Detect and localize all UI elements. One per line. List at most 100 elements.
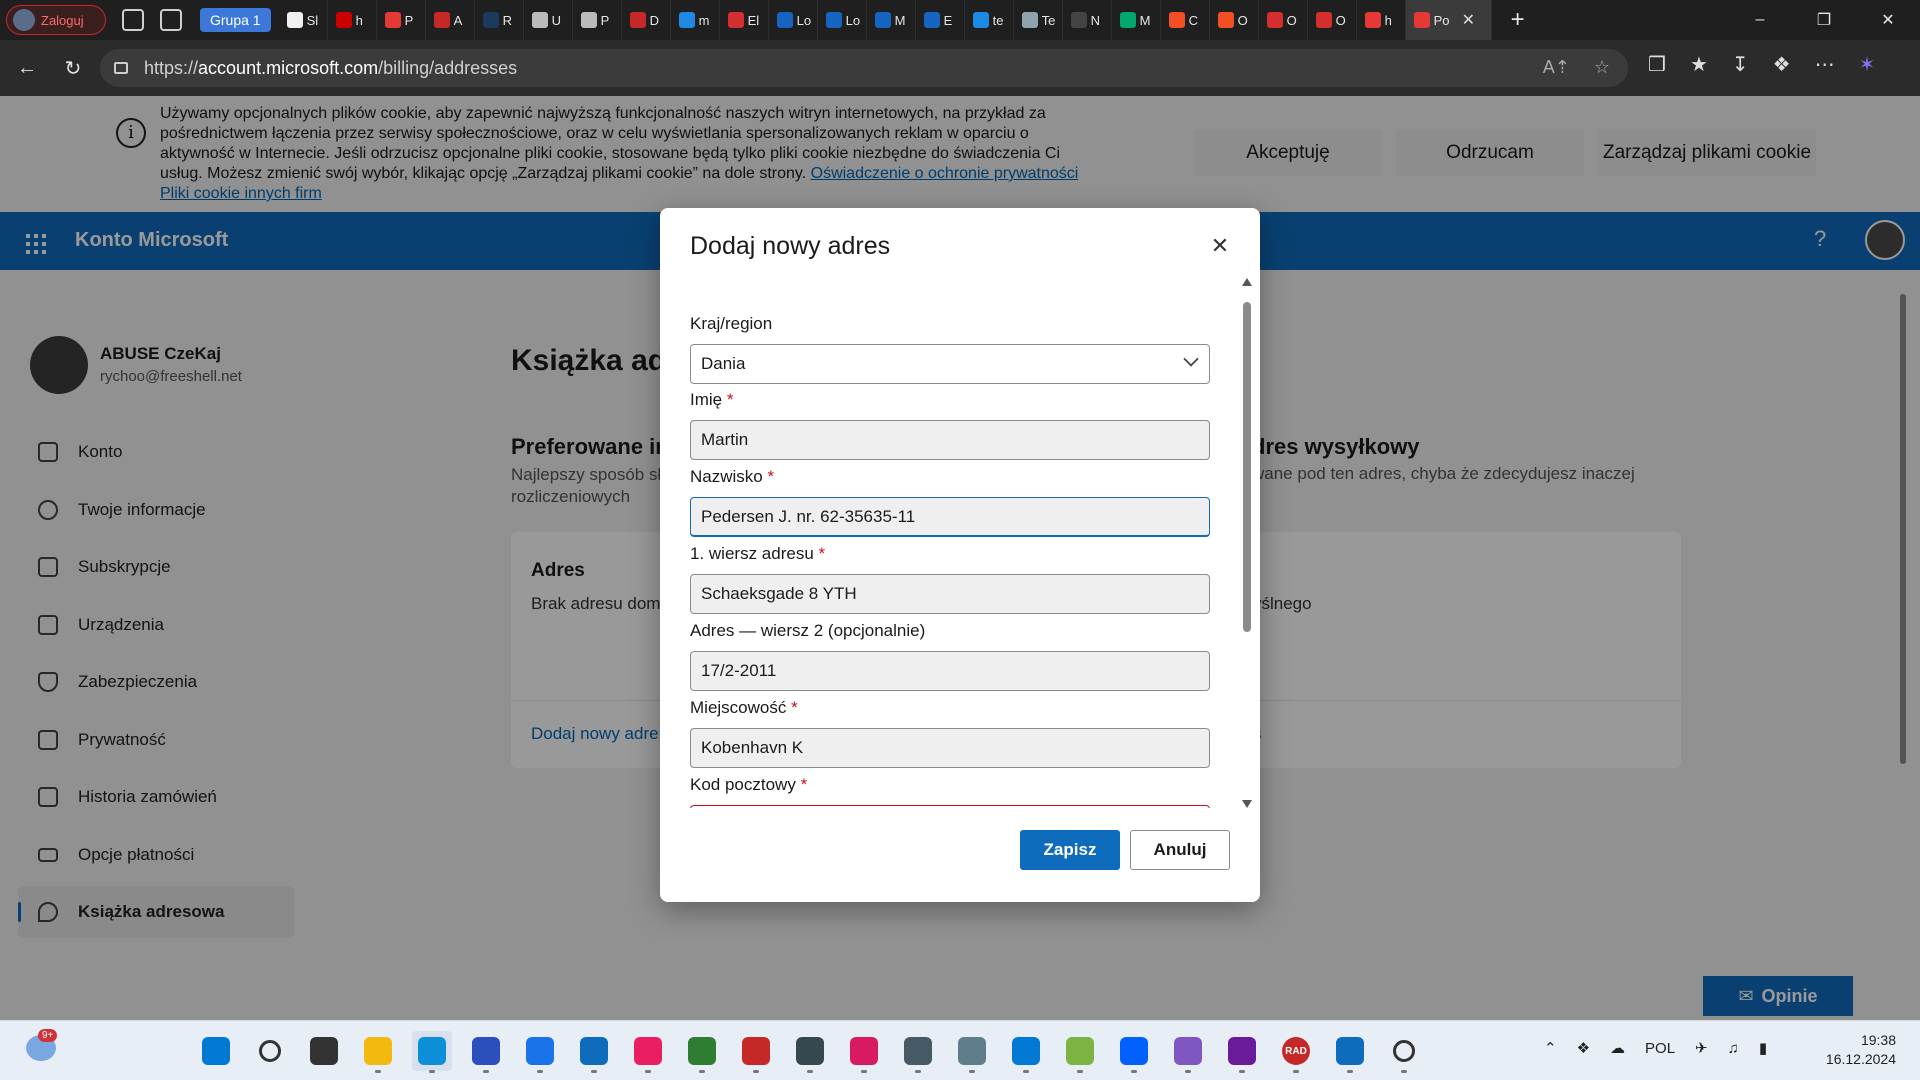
tab-favicon-icon	[482, 12, 499, 28]
new-tab-icon[interactable]: +	[1498, 6, 1538, 34]
cloud-icon[interactable]: ☁	[1610, 1039, 1625, 1057]
volume-icon[interactable]: ♫	[1728, 1040, 1739, 1057]
restore-icon[interactable]: ❐	[1792, 0, 1856, 40]
taskbar-pinwheel[interactable]	[628, 1031, 668, 1073]
taskbar-box-app[interactable]	[790, 1031, 830, 1073]
browser-tab[interactable]: El	[720, 0, 769, 40]
back-icon[interactable]: ←	[4, 57, 50, 80]
extensions-icon[interactable]: ❒	[1648, 52, 1666, 77]
dialog-scrollbar[interactable]	[1240, 278, 1254, 808]
favorites-icon[interactable]: ★	[1690, 52, 1708, 77]
browser-tab[interactable]: Sl	[279, 0, 328, 40]
first-name-field[interactable]: Martin	[690, 420, 1210, 460]
last-name-field[interactable]: Pedersen J. nr. 62-35635-11	[690, 497, 1210, 537]
browser-tab[interactable]: O	[1259, 0, 1308, 40]
browser-tab[interactable]: M	[867, 0, 916, 40]
tab-favicon-icon	[1315, 12, 1332, 28]
taskbar-network-app[interactable]	[898, 1031, 938, 1073]
scroll-up-icon[interactable]	[1242, 278, 1252, 286]
browser-tab[interactable]: N	[1063, 0, 1112, 40]
box-app-icon	[796, 1037, 824, 1065]
browser-tab[interactable]: D	[622, 0, 671, 40]
browser-tab[interactable]: te	[965, 0, 1014, 40]
taskbar-github[interactable]	[1222, 1031, 1262, 1073]
tray-chevron-icon[interactable]: ⌃	[1544, 1039, 1557, 1057]
taskbar-task-view[interactable]	[304, 1031, 344, 1071]
profile-button[interactable]: Zaloguj	[6, 5, 106, 35]
network-icon[interactable]: ✈	[1695, 1039, 1708, 1057]
browser-tab[interactable]: A	[426, 0, 475, 40]
browser-tab[interactable]: P	[573, 0, 622, 40]
browser-tab[interactable]: E	[916, 0, 965, 40]
tab-close-icon[interactable]: ✕	[1462, 10, 1475, 30]
close-window-icon[interactable]: ✕	[1856, 0, 1920, 40]
taskbar-edge[interactable]	[412, 1031, 452, 1073]
refresh-icon[interactable]: ↻	[50, 56, 96, 81]
collections-icon[interactable]: ❖	[1773, 52, 1791, 77]
taskbar-defender[interactable]	[1330, 1031, 1370, 1073]
close-icon[interactable]: ✕	[1208, 234, 1232, 258]
tab-group-chip[interactable]: Grupa 1	[200, 8, 271, 32]
taskbar-store[interactable]	[520, 1031, 560, 1073]
favorite-star-icon[interactable]: ☆	[1594, 57, 1610, 78]
taskbar-paint-app[interactable]	[844, 1031, 884, 1073]
clock[interactable]: 19:38 16.12.2024	[1820, 1031, 1896, 1069]
tab-favicon-icon	[433, 12, 450, 28]
taskbar-globe[interactable]	[682, 1031, 722, 1073]
taskbar-tor[interactable]	[1168, 1031, 1208, 1073]
taskbar-red-app[interactable]	[736, 1031, 776, 1073]
browser-tab[interactable]: O	[1308, 0, 1357, 40]
copilot-icon[interactable]: ✶	[1859, 52, 1876, 77]
city-label: Miejscowość *	[690, 698, 798, 717]
taskbar-more[interactable]	[1384, 1031, 1424, 1073]
scroll-down-icon[interactable]	[1242, 800, 1252, 808]
vertical-tabs-icon[interactable]	[160, 9, 182, 31]
browser-tab[interactable]: Lo	[769, 0, 818, 40]
dialog-title: Dodaj nowy adres	[690, 232, 891, 260]
city-field[interactable]: Kobenhavn K	[690, 728, 1210, 768]
tab-favicon-icon	[1266, 12, 1283, 28]
taskbar-save-app[interactable]	[466, 1031, 506, 1073]
browser-tab[interactable]: Te	[1014, 0, 1063, 40]
battery-icon[interactable]: ▮	[1759, 1039, 1767, 1057]
downloads-icon[interactable]: ↧	[1732, 52, 1749, 77]
browser-tab[interactable]: h	[1357, 0, 1406, 40]
browser-tab[interactable]: Lo	[818, 0, 867, 40]
active-browser-tab[interactable]: Po ✕	[1405, 0, 1492, 40]
postal-code-field[interactable]	[690, 805, 1210, 808]
taskbar-builder-app[interactable]	[1060, 1031, 1100, 1073]
country-select[interactable]: Dania	[690, 344, 1210, 384]
tor-icon	[1174, 1037, 1202, 1065]
taskbar-search[interactable]	[250, 1031, 290, 1071]
workspaces-icon[interactable]	[122, 9, 144, 31]
taskbar-file-explorer[interactable]	[358, 1031, 398, 1073]
taskbar-settings-app[interactable]	[952, 1031, 992, 1073]
read-aloud-icon[interactable]: A⇡	[1543, 57, 1570, 78]
cancel-button[interactable]: Anuluj	[1130, 830, 1230, 870]
tab-favicon-icon	[286, 12, 303, 28]
browser-tab[interactable]: O	[1210, 0, 1259, 40]
browser-tab[interactable]: M	[1112, 0, 1161, 40]
more-menu-icon[interactable]: ⋯	[1815, 52, 1835, 77]
scroll-thumb[interactable]	[1243, 302, 1251, 632]
dropbox-tray-icon[interactable]: ❖	[1577, 1039, 1590, 1057]
taskbar-vscode[interactable]	[1006, 1031, 1046, 1073]
taskbar-outlook[interactable]	[574, 1031, 614, 1073]
browser-tab[interactable]: h	[328, 0, 377, 40]
browser-tab[interactable]: R	[475, 0, 524, 40]
taskbar-rad[interactable]: RAD	[1276, 1031, 1316, 1073]
running-indicator	[537, 1070, 543, 1073]
minimize-icon[interactable]: –	[1728, 0, 1792, 40]
address2-field[interactable]: 17/2-2011	[690, 651, 1210, 691]
browser-tab[interactable]: m	[671, 0, 720, 40]
address1-label: 1. wiersz adresu *	[690, 544, 826, 563]
browser-tab[interactable]: C	[1161, 0, 1210, 40]
address1-field[interactable]: Schaeksgade 8 YTH	[690, 574, 1210, 614]
taskbar-dropbox[interactable]	[1114, 1031, 1154, 1073]
save-button[interactable]: Zapisz	[1020, 830, 1120, 870]
address-bar[interactable]: https://account.microsoft.com/billing/ad…	[100, 49, 1628, 87]
language-indicator[interactable]: POL	[1645, 1040, 1675, 1057]
taskbar-start[interactable]	[196, 1031, 236, 1071]
browser-tab[interactable]: P	[377, 0, 426, 40]
browser-tab[interactable]: U	[524, 0, 573, 40]
